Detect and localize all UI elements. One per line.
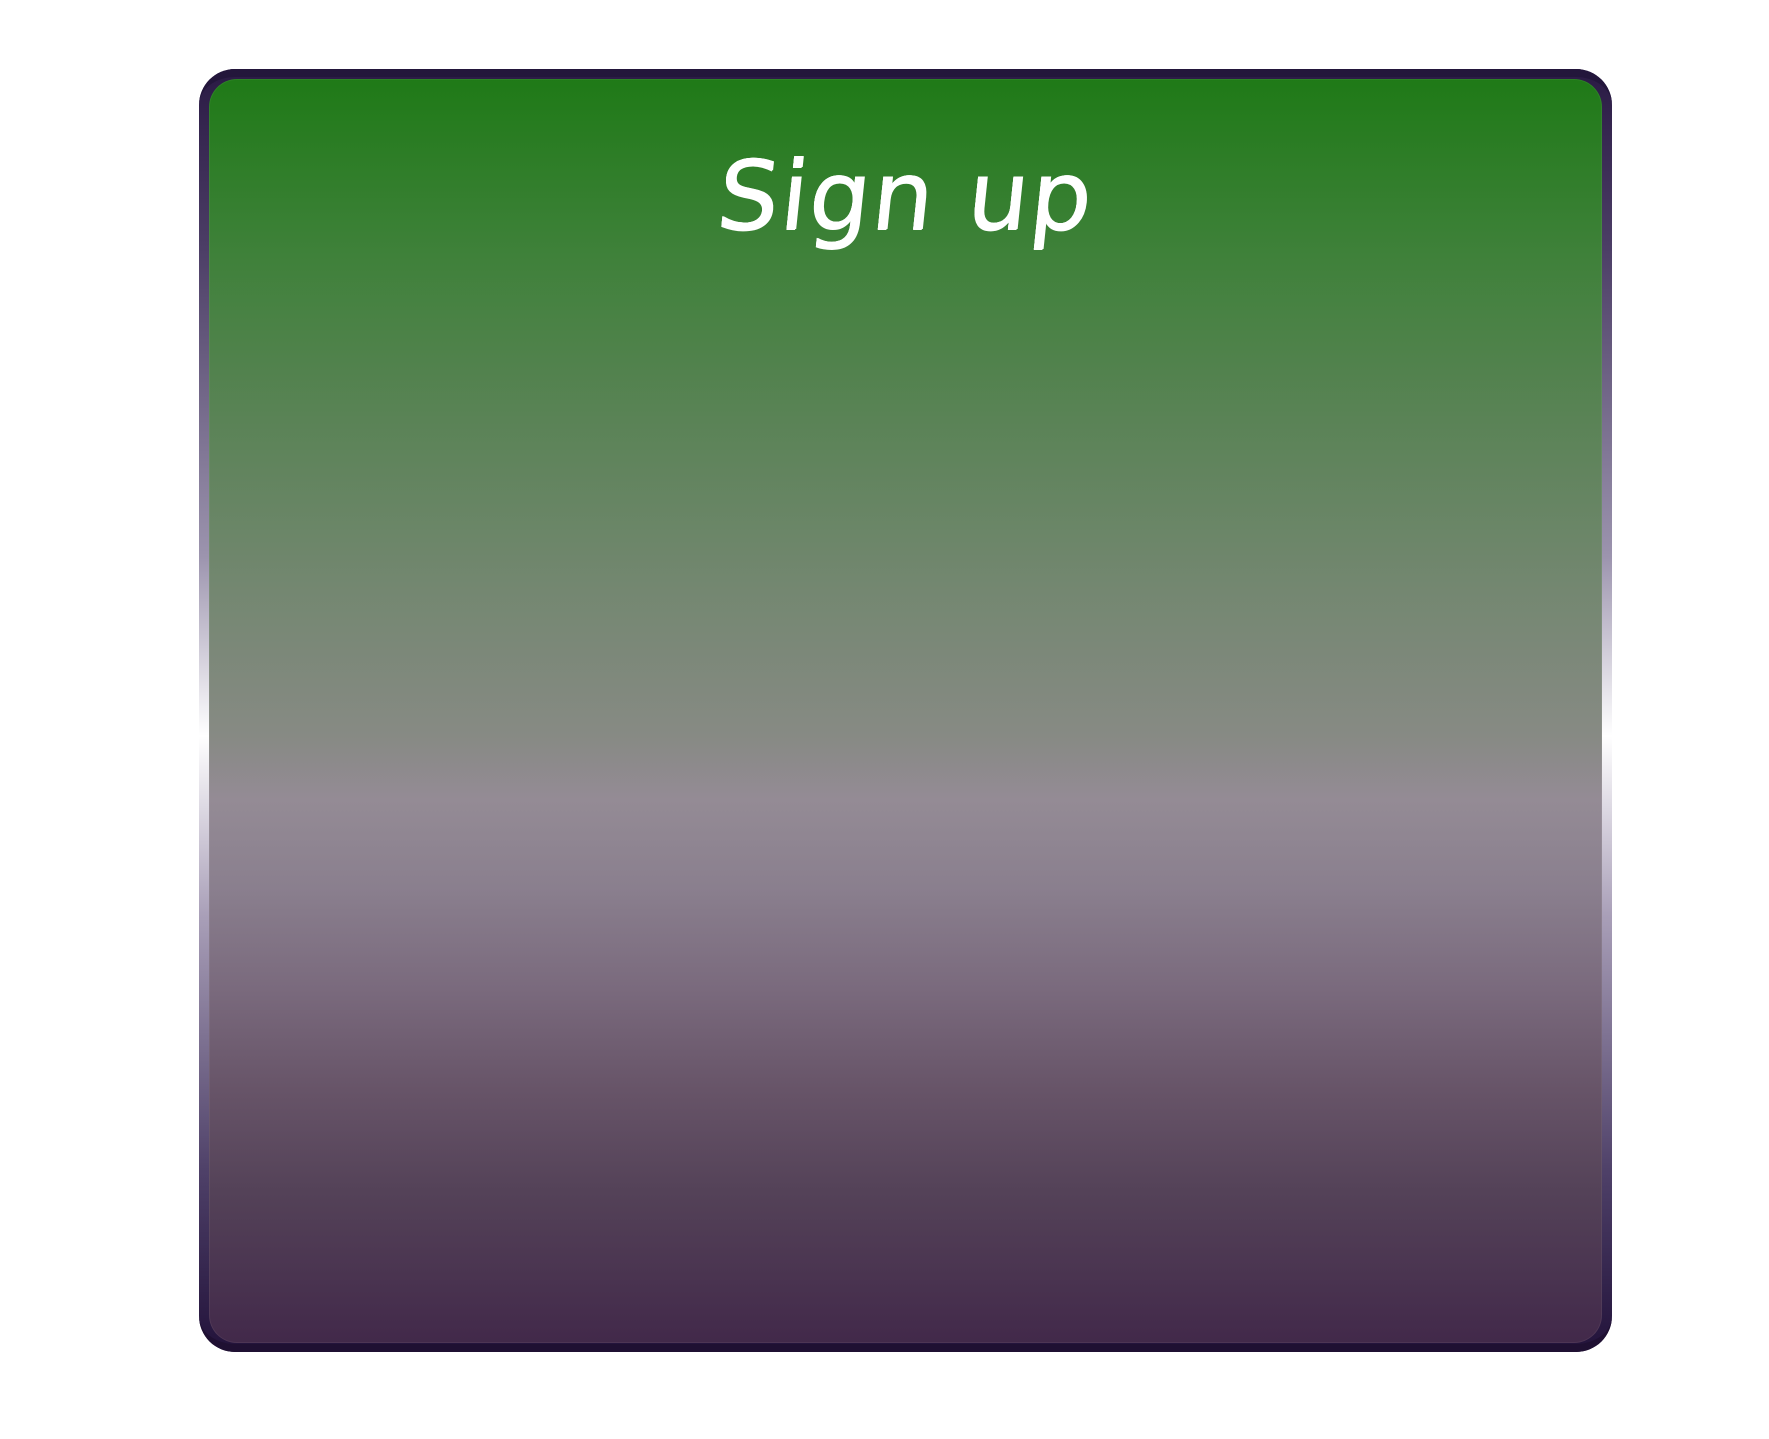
signup-card [209,79,1602,1343]
page-canvas: Sign up [0,0,1769,1439]
